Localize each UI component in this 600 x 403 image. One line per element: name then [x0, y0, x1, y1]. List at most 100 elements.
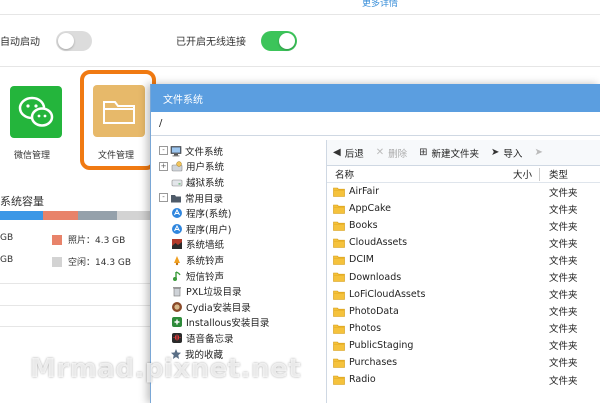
file-name: Photos — [349, 322, 382, 334]
tree-item[interactable]: Installous安装目录 — [151, 315, 326, 331]
tree-item-label: 系统墙纸 — [186, 240, 225, 252]
file-type: 文件夹 — [549, 341, 578, 353]
legend-label: 照片：4.3 GB — [68, 236, 126, 246]
wechat-manager-label: 微信管理 — [14, 151, 51, 161]
folder-icon — [333, 204, 345, 214]
window-titlebar[interactable]: 文件系统 — [151, 84, 600, 112]
file-type: 文件夹 — [549, 358, 578, 370]
file-row[interactable]: DCIM 文件夹 — [327, 251, 600, 268]
path-text: / — [159, 118, 163, 129]
import-button[interactable]: ➤ 导入 — [491, 146, 522, 160]
new-folder-button[interactable]: ⊞ 新建文件夹 — [419, 146, 479, 160]
column-header-size[interactable]: 大小 — [513, 167, 532, 181]
file-type: 文件夹 — [549, 221, 578, 233]
file-list-panel: ◀ 后退 ✕ 删除 ⊞ 新建文件夹 ➤ 导入 ➤ 名称 大小 类型 AirFai… — [327, 140, 600, 403]
file-name: PublicStaging — [349, 339, 414, 351]
file-row[interactable]: Radio 文件夹 — [327, 371, 600, 388]
music-note-icon — [171, 270, 183, 282]
tree-item-label: 语音备忘录 — [186, 333, 234, 345]
tree-item-label: 程序(系统) — [186, 209, 232, 221]
tree-item[interactable]: - 常用目录 — [151, 190, 326, 206]
capacity-title: 系统容量 — [0, 195, 44, 208]
cydia-icon — [171, 301, 183, 313]
installous-icon — [171, 316, 183, 328]
file-type: 文件夹 — [549, 375, 578, 387]
bell-icon — [171, 254, 183, 266]
collapse-toggle[interactable]: - — [159, 193, 168, 203]
tree-item-label: 文件系统 — [185, 146, 224, 158]
toolbar: ◀ 后退 ✕ 删除 ⊞ 新建文件夹 ➤ 导入 ➤ — [327, 140, 600, 166]
tree-item[interactable]: PXL垃圾目录 — [151, 283, 326, 299]
toggle-knob — [58, 33, 74, 49]
file-name: Books — [349, 220, 378, 232]
tree-item-label: 常用目录 — [185, 193, 224, 205]
file-row[interactable]: CloudAssets 文件夹 — [327, 234, 600, 251]
computer-icon — [170, 145, 182, 157]
file-name: AppCake — [349, 203, 392, 215]
capacity-bar — [0, 211, 152, 220]
capacity-segment-photos — [43, 211, 78, 220]
more-details-link[interactable]: 更多详情 — [362, 0, 398, 9]
legend-swatch — [52, 256, 62, 267]
wireless-toggle[interactable] — [261, 31, 297, 51]
divider — [0, 283, 152, 284]
tree-item[interactable]: 程序(用户) — [151, 221, 326, 237]
tree-item-label: 用户系统 — [186, 162, 225, 174]
file-row[interactable]: PhotoData 文件夹 — [327, 303, 600, 320]
tree-item[interactable]: Cydia安装目录 — [151, 299, 326, 315]
legend-label: GB — [0, 255, 14, 265]
path-bar[interactable]: / — [151, 112, 600, 136]
tree-item[interactable]: 语音备忘录 — [151, 330, 326, 346]
user-drive-icon — [171, 160, 183, 172]
capacity-legend-item: 照片：4.3 GB — [52, 233, 125, 246]
file-row[interactable]: LoFiCloudAssets 文件夹 — [327, 286, 600, 303]
tree-item-label: Installous安装目录 — [186, 318, 270, 330]
expand-toggle[interactable]: + — [159, 161, 168, 171]
tree-item[interactable]: 短信铃声 — [151, 268, 326, 284]
file-row[interactable]: Purchases 文件夹 — [327, 354, 600, 371]
tree-item[interactable]: 系统墙纸 — [151, 237, 326, 253]
arrow-left-icon: ◀ — [333, 147, 341, 158]
file-type: 文件夹 — [549, 324, 578, 336]
tree-item[interactable]: - 文件系统 — [151, 143, 326, 159]
column-header-name[interactable]: 名称 — [335, 167, 354, 181]
column-header-type[interactable]: 类型 — [549, 167, 568, 181]
auto-start-toggle[interactable] — [56, 31, 92, 51]
tree-item-label: 短信铃声 — [186, 271, 225, 283]
export-button[interactable]: ➤ — [534, 147, 546, 158]
auto-start-setting: 自动启动 — [0, 33, 40, 48]
file-name: Radio — [349, 374, 376, 386]
divider — [0, 14, 600, 15]
folder-icon — [333, 341, 345, 351]
wechat-manager-tile[interactable] — [10, 86, 62, 138]
tree-item-label: 系统铃声 — [186, 255, 225, 267]
collapse-toggle[interactable]: - — [159, 146, 168, 156]
capacity-segment-other — [78, 211, 117, 220]
tree-item[interactable]: 越狱系统 — [151, 174, 326, 190]
close-icon: ✕ — [375, 147, 385, 158]
column-separator[interactable] — [539, 168, 540, 181]
file-type: 文件夹 — [549, 238, 578, 250]
trash-icon — [171, 285, 183, 297]
tree-item[interactable]: + 用户系统 — [151, 159, 326, 175]
file-row[interactable]: Books 文件夹 — [327, 217, 600, 234]
auto-start-label: 自动启动 — [0, 37, 40, 48]
tree-item[interactable]: 程序(系统) — [151, 205, 326, 221]
delete-button[interactable]: ✕ 删除 — [376, 146, 407, 160]
folder-dark-icon — [170, 192, 182, 204]
file-row[interactable]: AirFair 文件夹 — [327, 183, 600, 200]
file-name: LoFiCloudAssets — [349, 288, 426, 300]
file-row[interactable]: PublicStaging 文件夹 — [327, 337, 600, 354]
export-arrow-icon: ➤ — [534, 147, 543, 158]
folder-icon — [333, 255, 345, 266]
folder-icon — [333, 307, 345, 317]
wallpaper-icon — [171, 238, 183, 250]
file-row[interactable]: Downloads 文件夹 — [327, 268, 600, 285]
file-row[interactable]: AppCake 文件夹 — [327, 200, 600, 217]
capacity-legend-item: GB — [0, 233, 13, 243]
wireless-setting: 已开启无线连接 — [176, 33, 246, 48]
capacity-segment-free — [117, 211, 152, 220]
tree-item[interactable]: 系统铃声 — [151, 252, 326, 268]
file-row[interactable]: Photos 文件夹 — [327, 320, 600, 337]
back-button[interactable]: ◀ 后退 — [333, 146, 364, 160]
